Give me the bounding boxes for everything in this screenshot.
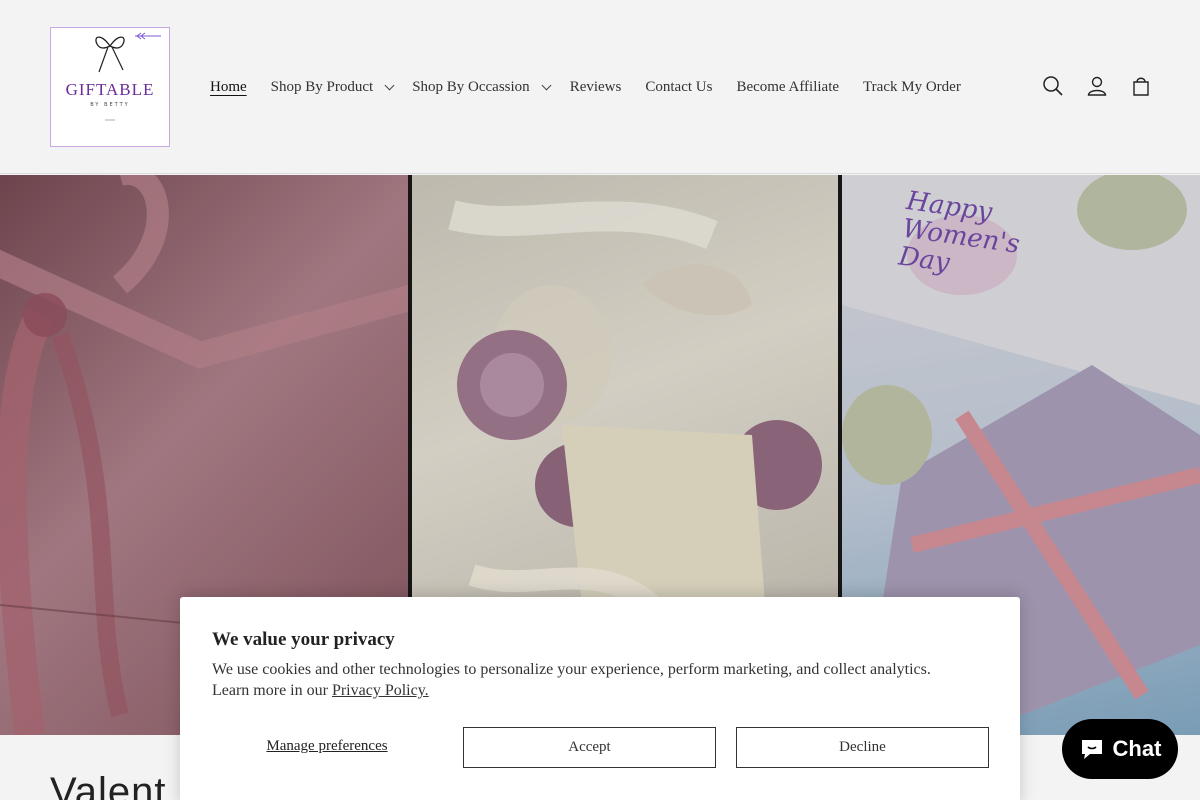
manage-preferences-link[interactable]: Manage preferences xyxy=(212,738,442,755)
nav-item-become-affiliate[interactable]: Become Affiliate xyxy=(736,79,839,96)
chevron-down-icon xyxy=(541,80,552,90)
accept-button[interactable]: Accept xyxy=(463,727,716,768)
nav-item-reviews[interactable]: Reviews xyxy=(570,79,622,96)
privacy-body: We use cookies and other technologies to… xyxy=(212,661,931,699)
chevron-down-icon xyxy=(384,80,395,90)
logo-wordmark: GIFTABLE xyxy=(65,80,155,99)
nav-item-label: Home xyxy=(210,78,247,95)
nav-item-label: Reviews xyxy=(569,78,622,95)
decline-button[interactable]: Decline xyxy=(736,727,989,768)
search-icon[interactable] xyxy=(1042,74,1064,98)
chat-label: Chat xyxy=(1112,736,1162,761)
privacy-policy-link[interactable]: Privacy Policy. xyxy=(332,682,429,699)
privacy-dialog: We value your privacy We use cookies and… xyxy=(180,597,1020,800)
nav-item-shop-by-occasion[interactable]: Shop By Occassion xyxy=(412,78,552,96)
nav-item-shop-by-product[interactable]: Shop By Product xyxy=(270,78,395,96)
nav-item-contact-us[interactable]: Contact Us xyxy=(645,79,712,96)
chat-bubble-icon xyxy=(1081,740,1102,759)
header-icons xyxy=(1042,74,1152,98)
nav-item-label: Become Affiliate xyxy=(736,78,840,95)
cart-icon[interactable] xyxy=(1130,74,1152,98)
section-title: Valent xyxy=(50,770,167,800)
brand-logo[interactable]: GIFTABLE BY BETTY xyxy=(50,27,170,147)
site-header: GIFTABLE BY BETTY Home Shop By Product S… xyxy=(0,0,1200,174)
account-icon[interactable] xyxy=(1086,74,1108,98)
nav-item-label: Contact Us xyxy=(645,78,713,95)
main-nav: Home Shop By Product Shop By Occassion R… xyxy=(210,77,961,97)
logo-subtitle: BY BETTY xyxy=(90,102,130,108)
chat-button[interactable]: Chat xyxy=(1062,719,1178,779)
nav-item-home[interactable]: Home xyxy=(210,79,247,96)
privacy-title: We value your privacy xyxy=(212,629,395,650)
nav-item-label: Shop By Product xyxy=(270,78,374,95)
privacy-text: We use cookies and other technologies to… xyxy=(212,659,972,701)
nav-item-label: Track My Order xyxy=(863,78,961,95)
nav-item-track-my-order[interactable]: Track My Order xyxy=(863,79,961,96)
nav-item-label: Shop By Occassion xyxy=(412,78,530,95)
